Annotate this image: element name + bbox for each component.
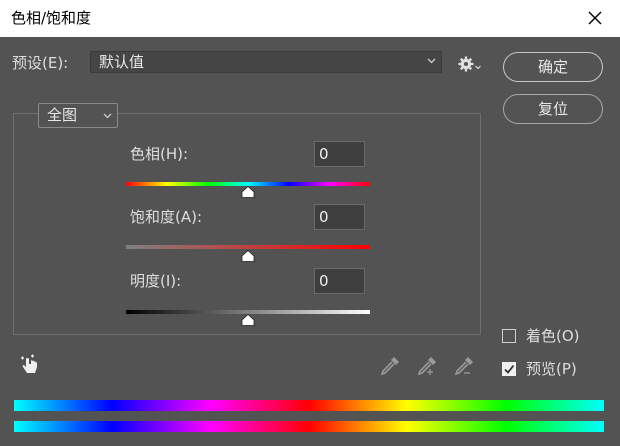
reset-button[interactable]: 复位 <box>503 94 603 124</box>
saturation-slider-track[interactable] <box>126 245 370 249</box>
preview-checkbox[interactable] <box>502 362 516 376</box>
hue-label: 色相(H): <box>130 145 189 163</box>
preview-label: 预览(P) <box>526 360 577 378</box>
saturation-input[interactable]: 0 <box>314 204 365 230</box>
chevron-down-icon <box>103 113 112 119</box>
input-color-spectrum-bar <box>14 400 604 411</box>
preset-dropdown[interactable]: 默认值 <box>90 51 442 73</box>
output-color-spectrum-bar[interactable] <box>14 421 604 432</box>
channel-value: 全图 <box>47 106 78 124</box>
lightness-input[interactable]: 0 <box>314 268 365 294</box>
eyedropper-minus-icon[interactable] <box>453 355 475 377</box>
eyedropper-icon[interactable] <box>379 355 401 377</box>
targeted-adjustment-hand-icon[interactable] <box>18 352 42 376</box>
close-button[interactable] <box>580 4 610 32</box>
channel-dropdown[interactable]: 全图 <box>38 103 118 128</box>
preset-value: 默认值 <box>99 53 145 71</box>
lightness-slider-thumb[interactable] <box>241 314 255 326</box>
adjustment-group <box>13 113 481 335</box>
chevron-down-icon <box>427 58 436 64</box>
preset-label: 预设(E): <box>12 54 69 72</box>
hue-input[interactable]: 0 <box>314 141 365 167</box>
colorize-label: 着色(O) <box>526 327 580 345</box>
ok-button[interactable]: 确定 <box>503 52 603 82</box>
hue-slider-thumb[interactable] <box>241 186 255 198</box>
window-title: 色相/饱和度 <box>11 9 92 27</box>
colorize-checkbox[interactable] <box>502 329 516 343</box>
title-bar: 色相/饱和度 <box>0 0 620 37</box>
checkmark-icon <box>504 364 515 374</box>
saturation-label: 饱和度(A): <box>130 208 203 226</box>
gear-icon[interactable] <box>458 55 482 73</box>
eyedropper-plus-icon[interactable] <box>416 355 438 377</box>
saturation-slider-thumb[interactable] <box>241 250 255 262</box>
close-icon <box>588 11 602 25</box>
lightness-label: 明度(I): <box>130 272 182 290</box>
